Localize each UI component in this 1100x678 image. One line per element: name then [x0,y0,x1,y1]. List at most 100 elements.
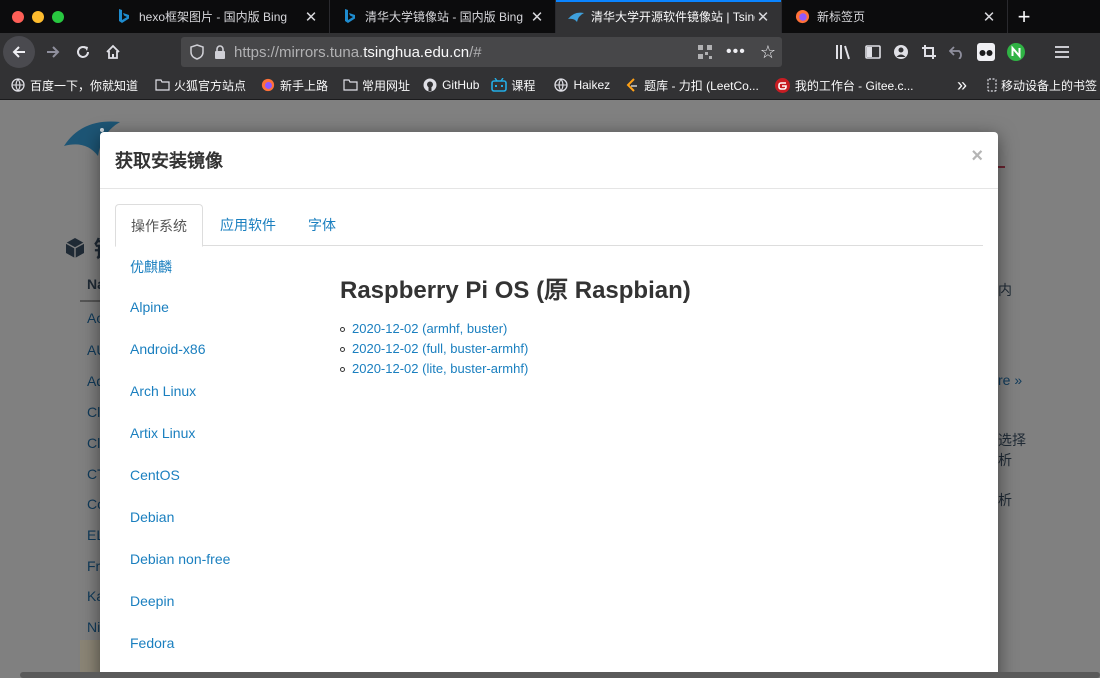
bookmark-item[interactable]: 题库 - 力扣 (LeetCo... [619,71,764,100]
cube-icon [65,238,85,258]
download-item: 2020-12-02 (armhf, buster) [340,319,960,339]
new-tab-button[interactable]: + [1008,0,1040,33]
bookmark-label: Haikez [573,78,611,92]
distro-link[interactable]: Fedora [130,635,310,677]
background-row: Cl [87,404,101,420]
bookmark-label: GitHub [442,78,480,92]
library-icon[interactable] [835,44,853,60]
browser-tab[interactable]: 新标签页 ✕ [782,0,1008,33]
leetcode-icon [624,77,640,93]
reload-button[interactable] [68,37,98,67]
distro-link[interactable]: Alpine [130,299,310,341]
tab-applications[interactable]: 应用软件 [205,204,291,246]
bookmark-label: 我的工作台 - Gitee.c... [794,78,914,93]
bookmark-item[interactable]: 新手上路 [255,71,333,100]
tab-operating-systems[interactable]: 操作系统 [115,204,203,247]
horizontal-scrollbar[interactable] [20,672,1100,678]
firefox-icon [794,9,810,25]
distro-link[interactable]: CentOS [130,467,310,509]
tab-title: hexo框架图片 - 国内版 Bing [139,10,288,24]
browser-tab[interactable]: hexo框架图片 - 国内版 Bing ✕ [104,0,330,33]
globe-icon [553,77,569,93]
page-actions-icon[interactable]: ••• [726,43,746,61]
bullet-icon [340,326,345,332]
tab-title: 清华大学开源软件镜像站 | Tsinghua [591,10,755,24]
bookmark-label: 新手上路 [280,78,329,93]
address-bar[interactable]: https://mirrors.tuna.tsinghua.edu.cn/# •… [181,37,782,67]
bookmark-item[interactable]: 我的工作台 - Gitee.c... [770,71,919,100]
background-right-fragment: 析 [998,452,1012,468]
download-link[interactable]: 2020-12-02 (full, buster-armhf) [352,339,528,359]
gitee-icon [775,77,791,93]
bookmarks-overflow-button[interactable]: » [952,71,972,100]
page-content: 镜 Na Ao AU Ad Cl Cl CT Co EL Fr Ka Ni O … [0,100,1100,678]
browser-tab-active[interactable]: 清华大学开源软件镜像站 | Tsinghua ✕ [556,0,782,33]
close-tab-icon[interactable]: ✕ [303,8,319,26]
mobile-bookmarks-folder[interactable]: 移动设备上的书签 [982,71,1100,100]
github-icon [422,77,438,93]
bing-icon [342,9,358,25]
distro-link[interactable]: Deepin [130,593,310,635]
extension-glasses-icon[interactable] [977,43,995,61]
tuna-icon [568,9,584,25]
download-link[interactable]: 2020-12-02 (armhf, buster) [352,319,507,339]
close-tab-icon[interactable]: ✕ [755,8,771,26]
tab-title: 新标签页 [817,10,866,24]
modal-close-button[interactable]: × [971,145,983,168]
install-image-modal: 获取安装镜像 × 操作系统 应用软件 字体 优麒麟 Alpine Android… [100,132,998,678]
sidebar-icon[interactable] [865,45,881,59]
close-window-button[interactable] [12,10,24,23]
background-accent-line [998,166,1005,168]
bookmark-folder[interactable]: 火狐官方站点 [149,71,251,100]
distro-link[interactable]: 优麒麟 [130,257,310,299]
forward-button[interactable] [38,37,68,67]
home-button[interactable] [98,37,128,67]
crop-screenshot-icon[interactable] [921,44,937,60]
distro-link[interactable]: Arch Linux [130,383,310,425]
bookmark-star-icon[interactable]: ☆ [760,42,776,63]
close-tab-icon[interactable]: ✕ [529,8,545,26]
download-item: 2020-12-02 (lite, buster-armhf) [340,359,960,379]
modal-title: 获取安装镜像 [115,151,223,171]
background-right-fragment: 内 [998,282,1012,298]
download-list: 2020-12-02 (armhf, buster) 2020-12-02 (f… [340,319,960,379]
tab-fonts[interactable]: 字体 [293,204,351,246]
close-tab-icon[interactable]: ✕ [981,8,997,26]
mobile-folder-icon [987,77,997,93]
bookmark-label: 课程 [511,78,536,93]
background-right-fragment: re » [998,372,1023,388]
distro-list: 优麒麟 Alpine Android-x86 Arch Linux Artix … [130,257,310,677]
bullet-icon [340,346,345,352]
toolbar-right [835,33,1069,71]
download-item: 2020-12-02 (full, buster-armhf) [340,339,960,359]
bing-icon [116,9,132,25]
distro-link[interactable]: Debian non-free [130,551,310,593]
hamburger-menu-icon[interactable] [1055,46,1069,58]
bilibili-icon [491,77,508,93]
folder-icon [154,77,170,93]
modal-tabs: 操作系统 应用软件 字体 [115,204,983,247]
zoom-window-button[interactable] [52,10,64,23]
bookmark-item[interactable]: GitHub [417,71,484,100]
background-row: Fr [87,558,101,574]
navigation-toolbar: https://mirrors.tuna.tsinghua.edu.cn/# •… [0,33,1100,71]
url-text: https://mirrors.tuna.tsinghua.edu.cn/# [234,43,482,61]
tracking-protection-icon[interactable] [190,44,204,60]
browser-tab[interactable]: 清华大学镜像站 - 国内版 Bing ✕ [330,0,556,33]
distro-link[interactable]: Debian [130,509,310,551]
bookmark-folder[interactable]: 常用网址 [337,71,415,100]
bookmark-item[interactable]: Haikez [548,71,615,100]
distro-link[interactable]: Android-x86 [130,341,310,383]
background-right-fragment: 选择 [998,432,1026,448]
account-icon[interactable] [893,44,909,60]
qr-code-icon[interactable] [698,45,713,59]
undo-icon[interactable] [949,45,965,59]
download-link[interactable]: 2020-12-02 (lite, buster-armhf) [352,359,528,379]
lock-icon[interactable] [214,45,226,59]
bookmark-item[interactable]: 课程 [486,71,540,100]
extension-n-icon[interactable] [1007,43,1025,61]
back-button[interactable] [3,36,35,68]
distro-link[interactable]: Artix Linux [130,425,310,467]
minimize-window-button[interactable] [32,10,44,23]
bookmark-item[interactable]: 百度一下，你就知道 [0,71,143,100]
